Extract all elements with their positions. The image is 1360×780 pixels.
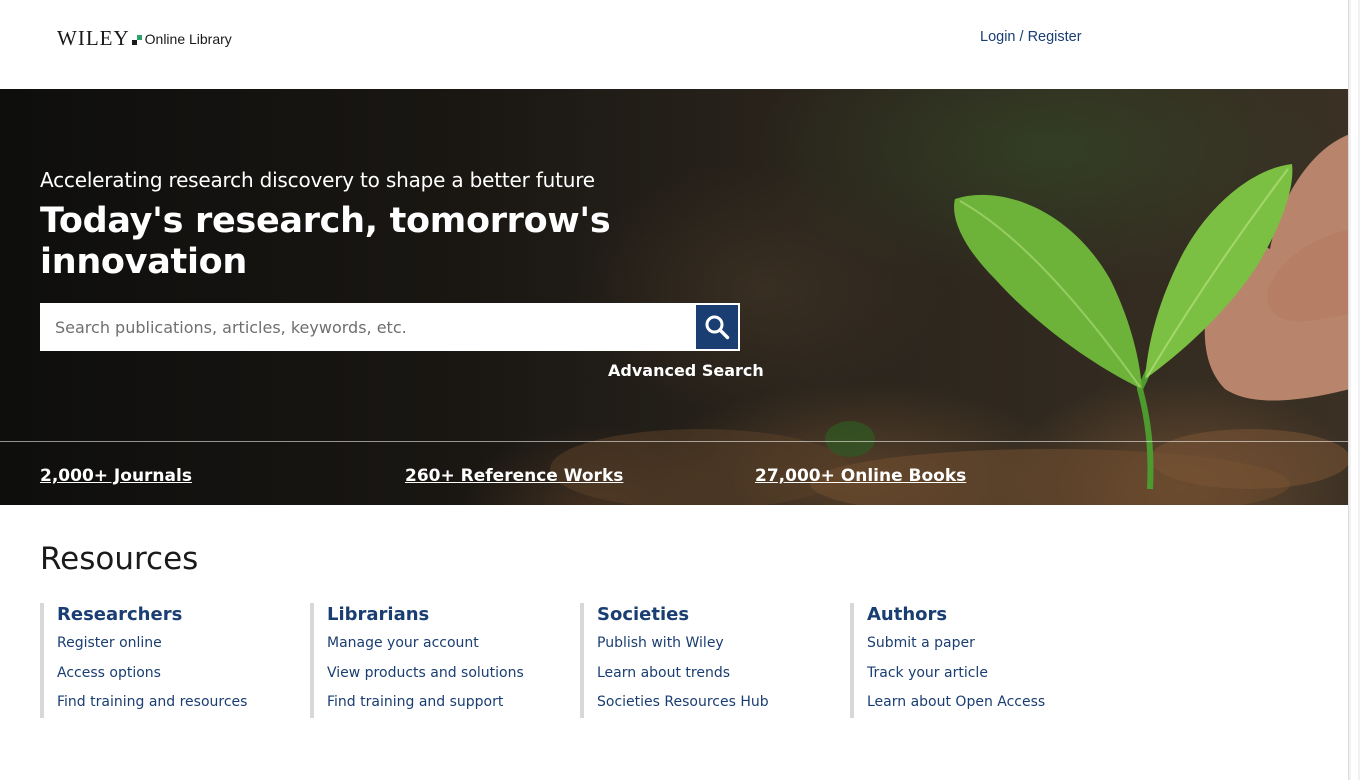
logo-mark-icon: [131, 35, 142, 45]
hero-divider: [0, 441, 1350, 442]
login-register-link[interactable]: Login / Register: [980, 29, 1082, 45]
logo-wordmark: WILEY: [57, 26, 130, 50]
resource-link[interactable]: Find training and support: [327, 694, 503, 710]
hero-banner: Accelerating research discovery to shape…: [0, 89, 1350, 505]
hero-subtitle: Accelerating research discovery to shape…: [40, 168, 595, 192]
resource-link[interactable]: Find training and resources: [57, 694, 247, 710]
hero-title: Today's research, tomorrow's innovation: [40, 201, 611, 282]
logo-online-library: Online Library: [144, 31, 232, 47]
resources-column-researchers: Researchers Register online Access optio…: [40, 603, 247, 718]
stat-journals[interactable]: 2,000+ Journals: [40, 466, 192, 486]
resource-link[interactable]: Manage your account: [327, 635, 479, 651]
search-input[interactable]: [40, 303, 694, 351]
column-heading: Librarians: [327, 604, 430, 625]
stat-online-books[interactable]: 27,000+ Online Books: [755, 466, 966, 486]
resource-link[interactable]: Learn about Open Access: [867, 694, 1045, 710]
column-heading: Authors: [867, 604, 948, 625]
resources-column-authors: Authors Submit a paper Track your articl…: [850, 603, 1045, 718]
resources-title: Resources: [40, 541, 199, 577]
search-icon: [705, 315, 730, 340]
resource-link[interactable]: Learn about trends: [597, 665, 730, 681]
resources-column-societies: Societies Publish with Wiley Learn about…: [580, 603, 769, 718]
site-header: WILEY Online Library Login / Register: [0, 0, 1348, 88]
page-scrollbar[interactable]: [1348, 0, 1360, 780]
column-heading: Researchers: [57, 604, 183, 625]
advanced-search-link[interactable]: Advanced Search: [608, 361, 764, 380]
resource-link[interactable]: Register online: [57, 635, 162, 651]
resource-link[interactable]: Submit a paper: [867, 635, 975, 651]
column-heading: Societies: [597, 604, 690, 625]
resource-link[interactable]: View products and solutions: [327, 665, 524, 681]
search-bar: [40, 303, 740, 351]
resource-link[interactable]: Publish with Wiley: [597, 635, 724, 651]
resource-link[interactable]: Societies Resources Hub: [597, 694, 769, 710]
seedling-hero-image: [550, 134, 1350, 505]
search-button[interactable]: [694, 303, 740, 351]
resources-column-librarians: Librarians Manage your account View prod…: [310, 603, 524, 718]
resource-link[interactable]: Track your article: [867, 665, 988, 681]
scrollbar-thumb[interactable]: [1351, 0, 1358, 780]
resource-link[interactable]: Access options: [57, 665, 161, 681]
wiley-logo[interactable]: WILEY Online Library: [57, 26, 232, 50]
stat-reference-works[interactable]: 260+ Reference Works: [405, 466, 623, 486]
